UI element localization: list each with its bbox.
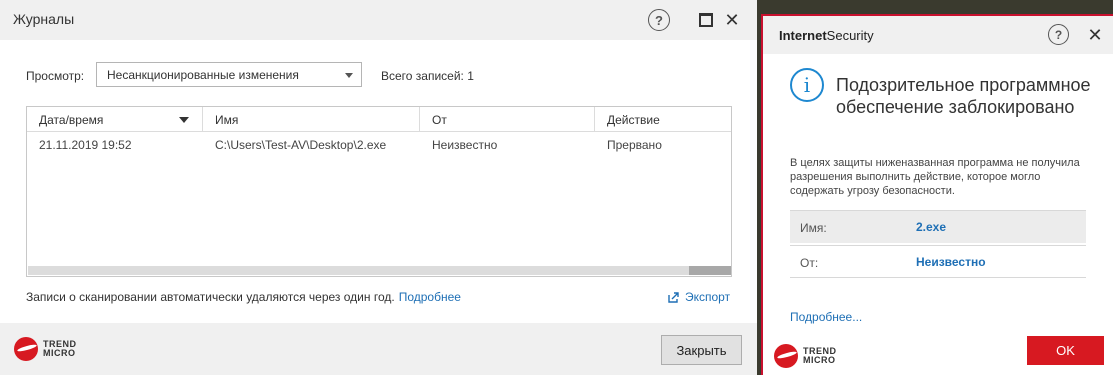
column-header-datetime[interactable]: Дата/время (39, 113, 103, 127)
logs-window: Журналы ? ✕ Просмотр: Несанкционированны… (0, 0, 757, 375)
alert-heading: Подозрительное программное обеспечение з… (836, 75, 1091, 117)
logs-footer: TREND MICRO Закрыть (0, 323, 757, 375)
export-label: Экспорт (685, 290, 731, 304)
close-icon[interactable]: ✕ (1084, 24, 1106, 46)
column-header-action[interactable]: Действие (607, 113, 660, 127)
column-divider[interactable] (419, 107, 420, 132)
alert-brand: InternetSecurity (779, 28, 874, 43)
logs-titlebar: Журналы ? ✕ (0, 0, 757, 40)
brand-rest: Security (826, 28, 874, 43)
table-header: Дата/время Имя От Действие (27, 107, 731, 132)
alert-description: В целях защиты ниженазванная программа н… (790, 157, 1080, 197)
auto-delete-note: Записи о сканировании автоматически удал… (26, 290, 461, 304)
close-icon[interactable]: ✕ (721, 9, 743, 31)
trend-micro-logo: TREND MICRO (774, 344, 837, 368)
close-button[interactable]: Закрыть (661, 335, 742, 365)
cell-action: Прервано (607, 138, 662, 152)
name-label: Имя: (800, 221, 827, 235)
auto-delete-text: Записи о сканировании автоматически удал… (26, 290, 395, 304)
info-row-from: От: Неизвестно (790, 245, 1086, 278)
more-info-link[interactable]: Подробнее (399, 290, 461, 304)
scrollbar-thumb[interactable] (689, 266, 731, 275)
trend-micro-logo: TREND MICRO (14, 337, 77, 361)
maximize-icon[interactable] (696, 10, 716, 30)
window-title: Журналы (13, 11, 75, 27)
cell-datetime: 21.11.2019 19:52 (39, 138, 132, 152)
column-divider[interactable] (594, 107, 595, 132)
help-icon[interactable]: ? (648, 9, 670, 31)
dropdown-arrow-icon (345, 73, 353, 78)
export-button[interactable]: Экспорт (668, 290, 730, 304)
view-label: Просмотр: (26, 69, 85, 83)
trend-micro-ball-icon (774, 344, 798, 368)
column-header-name[interactable]: Имя (215, 113, 238, 127)
view-select-value: Несанкционированные изменения (107, 68, 299, 82)
logo-line2: MICRO (803, 355, 836, 365)
export-icon (668, 291, 679, 303)
cell-name: C:\Users\Test-AV\Desktop\2.exe (215, 138, 387, 152)
column-header-from[interactable]: От (432, 113, 447, 127)
total-records: Всего записей: 1 (381, 69, 474, 83)
trend-micro-ball-icon (14, 337, 38, 361)
alert-window: InternetSecurity ? ✕ i Подозрительное пр… (761, 14, 1113, 375)
alert-titlebar: InternetSecurity ? ✕ (763, 16, 1113, 54)
from-label: От: (800, 256, 819, 270)
info-row-name: Имя: 2.exe (790, 210, 1086, 243)
help-icon[interactable]: ? (1048, 24, 1069, 45)
from-value: Неизвестно (916, 255, 986, 269)
sort-down-icon[interactable] (179, 117, 189, 123)
view-select[interactable]: Несанкционированные изменения (96, 62, 362, 87)
more-details-link[interactable]: Подробнее... (790, 310, 862, 324)
column-divider[interactable] (202, 107, 203, 132)
horizontal-scrollbar[interactable] (28, 266, 731, 275)
name-value: 2.exe (916, 220, 947, 234)
ok-button[interactable]: OK (1027, 336, 1104, 365)
brand-bold: Internet (779, 28, 827, 43)
cell-from: Неизвестно (432, 138, 498, 152)
logs-table: Дата/время Имя От Действие 21.11.2019 19… (26, 106, 732, 277)
logo-line2: MICRO (43, 348, 76, 358)
info-icon: i (790, 68, 824, 102)
